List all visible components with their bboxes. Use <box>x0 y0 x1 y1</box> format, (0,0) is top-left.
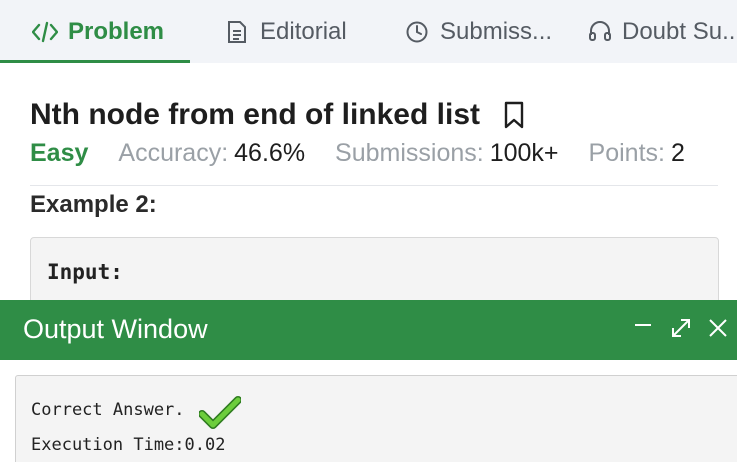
tab-label: Problem <box>68 17 165 45</box>
tab-problem[interactable]: Problem <box>32 0 164 63</box>
headset-icon <box>588 19 612 45</box>
example-title: Example 2: <box>30 191 157 218</box>
output-window-title: Output Window <box>23 314 208 344</box>
divider <box>30 185 718 186</box>
submissions-value: 100k+ <box>489 139 559 167</box>
code-icon <box>32 19 58 45</box>
problem-title: Nth node from end of linked list <box>30 98 480 131</box>
accuracy-label: Accuracy: <box>118 139 229 167</box>
difficulty-badge: Easy <box>30 139 89 167</box>
output-window: Output Window Correct Answer. Execution … <box>0 300 737 462</box>
clock-icon <box>404 19 430 45</box>
checkmark-icon <box>198 396 242 430</box>
bookmark-icon[interactable] <box>502 101 526 129</box>
points-label: Points: <box>588 139 665 167</box>
result-text: Correct Answer. <box>31 400 185 420</box>
tab-label: Editorial <box>260 17 347 45</box>
output-body: Correct Answer. Execution Time:0.02 <box>15 375 737 462</box>
tab-doubt-support[interactable]: Doubt Su... <box>588 0 737 63</box>
tab-label: Doubt Su... <box>622 17 737 45</box>
problem-header: Nth node from end of linked list <box>30 98 526 132</box>
execution-time: Execution Time:0.02 <box>31 435 226 455</box>
output-window-header: Output Window <box>0 300 737 360</box>
active-tab-indicator <box>0 60 190 63</box>
tab-bar: Problem Editorial Submiss... Doubt Su... <box>0 0 737 63</box>
tab-editorial[interactable]: Editorial <box>224 0 347 63</box>
points-value: 2 <box>670 139 685 167</box>
document-icon <box>224 19 250 45</box>
minimize-icon[interactable] <box>630 315 656 341</box>
accuracy-value: 46.6% <box>234 139 306 167</box>
tab-label: Submiss... <box>440 17 553 45</box>
problem-meta: Easy Accuracy: 46.6% Submissions: 100k+ … <box>30 139 685 168</box>
submissions-label: Submissions: <box>335 139 484 167</box>
expand-icon[interactable] <box>668 315 694 341</box>
close-icon[interactable] <box>705 315 731 341</box>
tab-submissions[interactable]: Submiss... <box>404 0 554 63</box>
input-label: Input: <box>47 260 123 284</box>
